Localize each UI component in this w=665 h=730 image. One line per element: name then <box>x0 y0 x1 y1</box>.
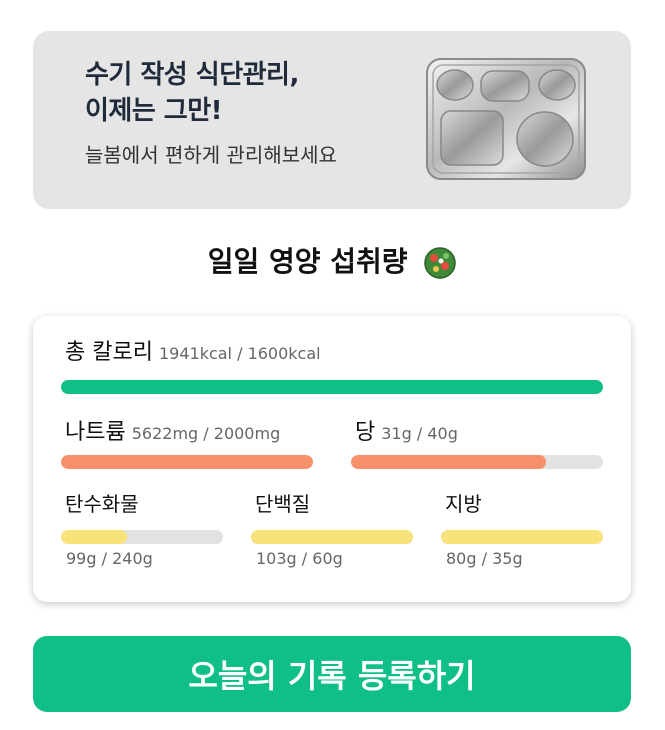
calories-label: 총 칼로리 1941kcal / 1600kcal <box>65 334 321 366</box>
carbs-progress-fill <box>61 530 128 544</box>
calories-progress-bar <box>61 380 603 394</box>
fat-label: 지방 <box>445 492 482 516</box>
nutrition-card: 총 칼로리 1941kcal / 1600kcal 나트륨 5622mg / 200… <box>33 316 631 602</box>
calories-value: 1941kcal / 1600kcal <box>158 344 321 363</box>
protein-value: 103g / 60g <box>256 549 343 568</box>
salad-bowl-icon <box>424 247 457 279</box>
sugar-label: 당 31g / 40g <box>355 414 458 446</box>
carbs-progress-bar <box>61 530 223 544</box>
promo-banner[interactable]: 수기 작성 식단관리, 이제는 그만! 늘봄에서 편하게 관리해보세요 <box>33 31 631 209</box>
calories-label-text: 총 칼로리 <box>65 340 153 365</box>
sodium-progress-fill <box>61 455 313 469</box>
banner-title-line2: 이제는 그만! <box>85 96 223 126</box>
daily-nutrition-heading: 일일 영양 섭취량 <box>0 240 665 280</box>
section-title-text: 일일 영양 섭취량 <box>207 245 408 278</box>
fat-progress-bar <box>441 530 603 544</box>
fat-progress-fill <box>441 530 603 544</box>
sodium-label: 나트륨 5622mg / 2000mg <box>65 414 280 446</box>
protein-progress-bar <box>251 530 413 544</box>
carbs-value: 99g / 240g <box>66 549 153 568</box>
calories-progress-fill <box>61 380 603 394</box>
sugar-value: 31g / 40g <box>381 424 458 443</box>
protein-progress-fill <box>251 530 413 544</box>
protein-label: 단백질 <box>255 492 311 516</box>
register-today-record-button[interactable]: 오늘의 기록 등록하기 <box>33 636 631 712</box>
sugar-label-text: 당 <box>355 420 376 445</box>
banner-title: 수기 작성 식단관리, 이제는 그만! <box>85 57 299 129</box>
sodium-progress-bar <box>61 455 313 469</box>
sugar-progress-fill <box>351 455 547 469</box>
carbs-label: 탄수화물 <box>65 492 139 516</box>
fat-value: 80g / 35g <box>446 549 523 568</box>
banner-title-line1: 수기 작성 식단관리, <box>85 60 299 90</box>
sugar-progress-bar <box>351 455 603 469</box>
sodium-label-text: 나트륨 <box>65 420 126 445</box>
banner-subtitle: 늘봄에서 편하게 관리해보세요 <box>85 143 337 167</box>
sodium-value: 5622mg / 2000mg <box>131 424 281 443</box>
stainless-meal-tray-icon <box>426 58 586 180</box>
